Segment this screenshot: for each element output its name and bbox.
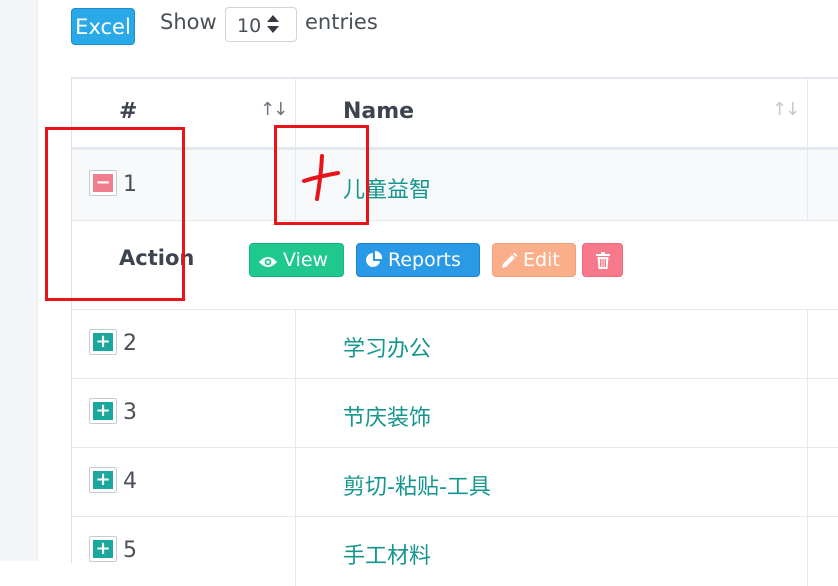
expand-row-button[interactable]: + xyxy=(89,398,117,424)
table-row: + 2 学习办公 xyxy=(72,310,838,379)
sort-arrows-icon: ↑↓ xyxy=(772,99,800,120)
row-name-link[interactable]: 学习办公 xyxy=(343,331,431,363)
entries-select-value: 10 xyxy=(237,15,262,37)
row-name-link[interactable]: 节庆装饰 xyxy=(343,400,431,432)
edit-button[interactable]: Edit xyxy=(492,243,576,277)
table-row: + 3 节庆装饰 xyxy=(72,379,838,448)
delete-button[interactable] xyxy=(582,243,623,277)
plus-icon: + xyxy=(93,471,113,489)
column-header-name-label: Name xyxy=(343,99,415,124)
column-divider xyxy=(807,517,808,586)
row-number: 2 xyxy=(123,331,137,356)
annotation-plus-mark-icon xyxy=(302,154,340,201)
row-detail: Action View Reports Edit xyxy=(72,221,838,310)
column-divider xyxy=(807,379,808,448)
column-divider xyxy=(295,379,296,448)
plus-icon: + xyxy=(93,333,113,351)
column-divider xyxy=(295,517,296,586)
annotation-box-toggle xyxy=(45,127,185,301)
column-divider xyxy=(295,310,296,379)
expand-row-button[interactable]: + xyxy=(89,536,117,562)
plus-icon: + xyxy=(93,402,113,420)
trash-icon xyxy=(595,252,610,269)
table-row: − 1 儿童益智 xyxy=(72,150,838,221)
select-caret-icon xyxy=(267,15,279,33)
plus-icon: + xyxy=(93,540,113,558)
row-name-link[interactable]: 手工材料 xyxy=(343,538,431,570)
reports-button[interactable]: Reports xyxy=(356,243,480,277)
column-header-name[interactable]: Name ↑↓ xyxy=(296,79,807,150)
row-number: 5 xyxy=(123,538,137,563)
view-button-label: View xyxy=(283,249,329,271)
row-number: 4 xyxy=(123,469,137,494)
reports-button-label: Reports xyxy=(388,249,461,271)
view-button[interactable]: View xyxy=(249,243,344,277)
eye-icon xyxy=(259,257,277,267)
pie-chart-icon xyxy=(366,250,383,267)
table-row: + 5 手工材料 xyxy=(72,517,838,586)
sort-arrows-icon: ↑↓ xyxy=(260,99,288,120)
edit-button-label: Edit xyxy=(523,249,560,271)
entries-per-page-select[interactable]: 10 xyxy=(225,7,297,42)
table-header: # ↑↓ Name ↑↓ xyxy=(72,79,838,150)
excel-export-button[interactable]: Excel xyxy=(71,8,135,45)
column-header-number-label: # xyxy=(119,99,138,124)
column-divider xyxy=(807,448,808,517)
row-number: 3 xyxy=(123,400,137,425)
show-label: Show xyxy=(160,10,217,34)
sidebar-edge xyxy=(0,0,38,561)
pencil-icon xyxy=(502,252,518,268)
data-table: # ↑↓ Name ↑↓ − 1 儿童益智 Action View Report… xyxy=(71,77,838,586)
expand-row-button[interactable]: + xyxy=(89,329,117,355)
column-divider xyxy=(295,448,296,517)
table-row: + 4 剪切-粘贴-工具 xyxy=(72,448,838,517)
entries-label: entries xyxy=(305,10,378,34)
column-divider xyxy=(807,310,808,379)
expand-row-button[interactable]: + xyxy=(89,467,117,493)
row-name-link[interactable]: 剪切-粘贴-工具 xyxy=(343,469,491,501)
column-divider xyxy=(807,150,808,221)
